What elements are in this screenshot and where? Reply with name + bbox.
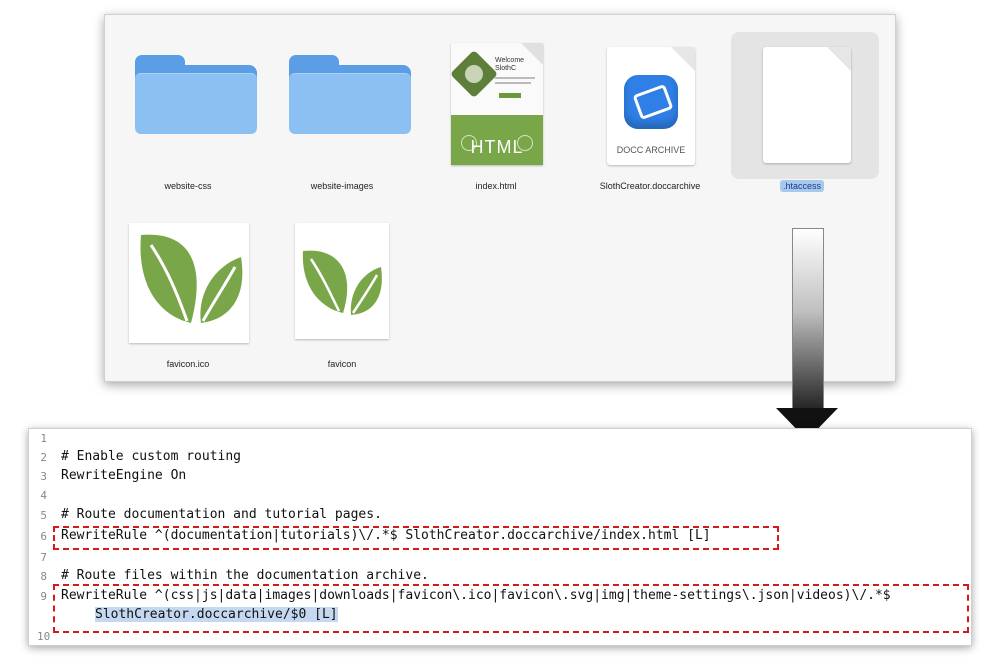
html-badge: HTML [470,137,524,157]
file-label: favicon.ico [166,359,210,369]
leaf-icon [295,223,389,339]
folder-icon [135,55,257,134]
code-editor[interactable]: 1 2 # Enable custom routing 3 RewriteEngin… [28,428,972,646]
file-label: website-css [164,181,212,191]
html-file-icon: Welcome SlothC HTML [451,43,543,165]
file-label: favicon [327,359,357,369]
docc-archive-icon: DOCC ARCHIVE [607,47,695,165]
docc-badge: DOCC ARCHIVE [616,145,686,155]
file-label: .htaccess [727,180,877,192]
highlight-box-rule-1 [53,526,779,550]
file-label: website-images [310,181,374,191]
file-label: index.html [475,181,517,191]
file-label: SlothCreator.doccarchive [599,181,701,191]
folder-icon [289,55,411,134]
highlight-box-rule-2 [53,584,969,633]
finder-window: website-css website-images Welcome Sloth… [104,14,896,382]
arrow-icon [792,228,824,412]
leaf-icon [129,223,249,343]
blank-document-icon [763,47,851,163]
